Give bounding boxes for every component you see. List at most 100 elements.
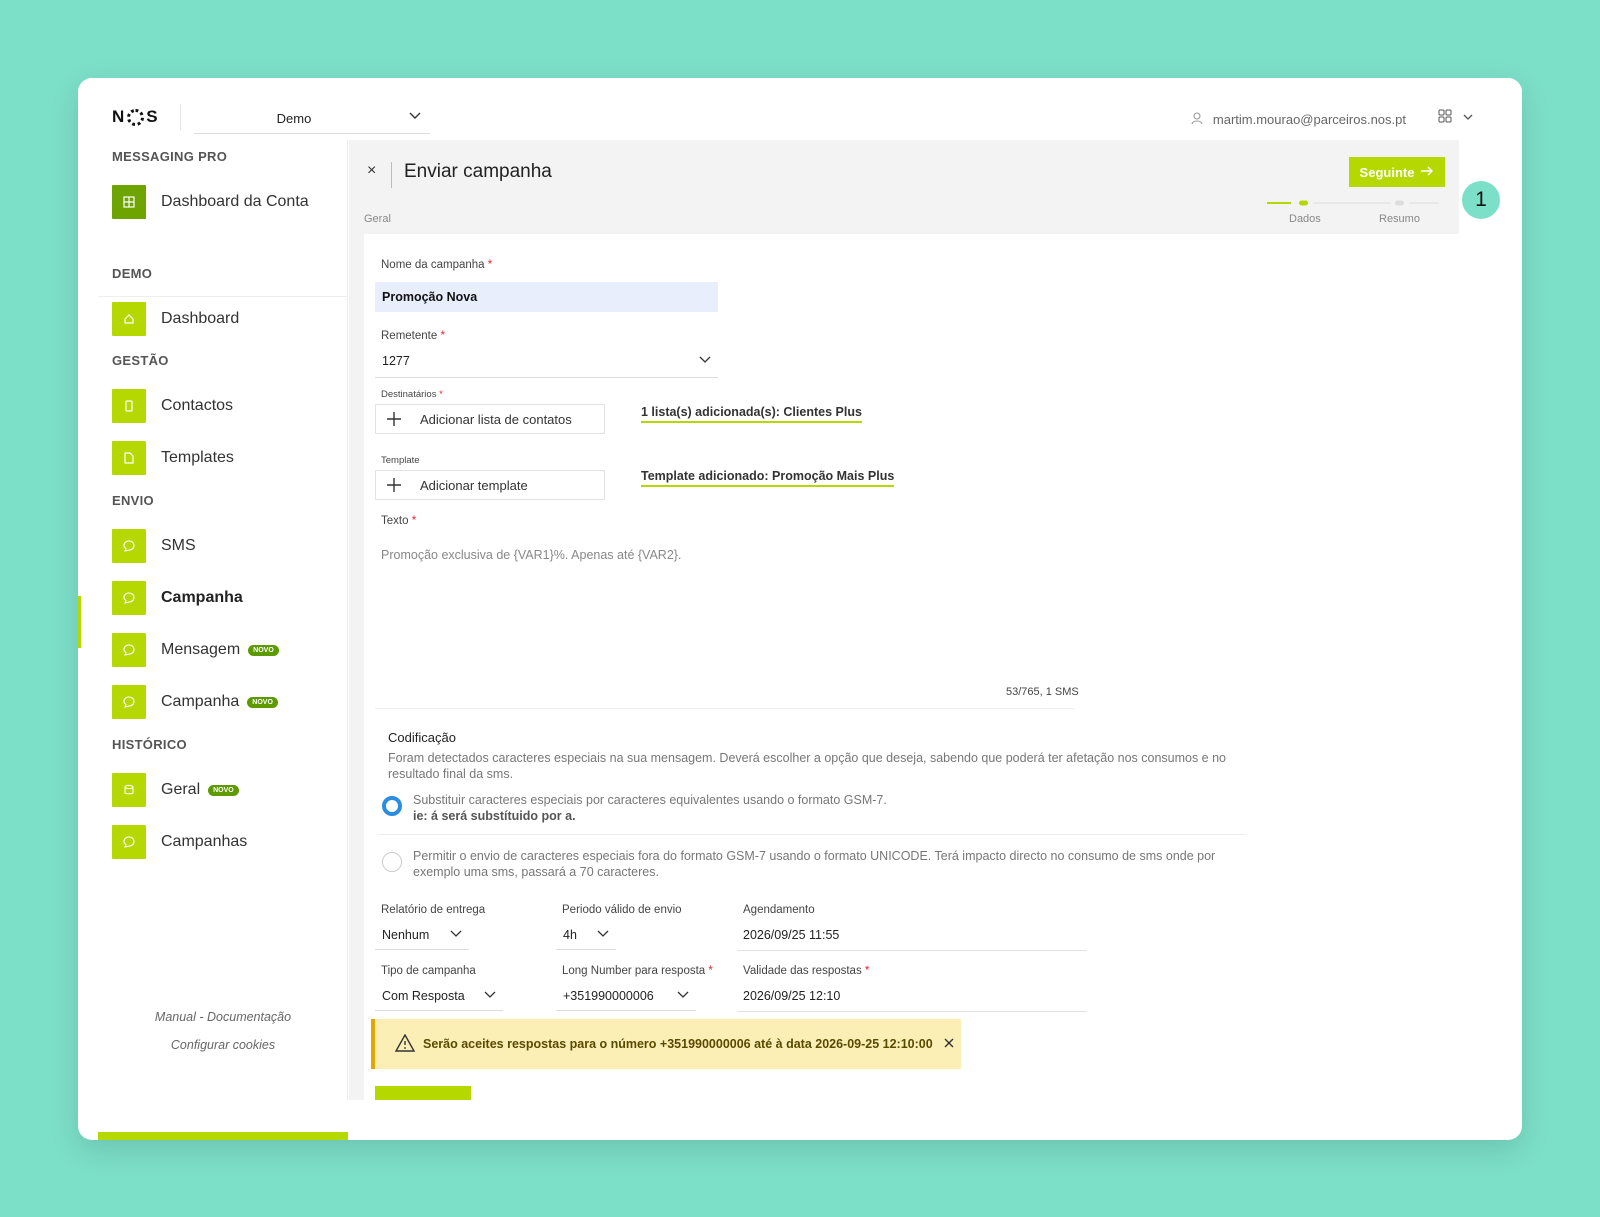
contact-list-link-prefix: 1 lista(s) adicionada(s): <box>641 405 784 419</box>
schedule-input[interactable]: 2026/09/25 11:55 <box>743 928 839 942</box>
top-bar: NS Demo martim.mourao@parceiros.nos.pt <box>78 78 1522 140</box>
radio-gsm7-label: Substituir caracteres especiais por cara… <box>413 792 1253 824</box>
chevron-down-icon <box>483 987 497 1004</box>
divider <box>375 708 1075 709</box>
delivery-report-value: Nenhum <box>382 928 430 942</box>
user-menu[interactable]: martim.mourao@parceiros.nos.pt <box>1191 111 1406 128</box>
new-badge: NOVO <box>208 784 239 796</box>
template-link[interactable]: Template adicionado: Promoção Mais Plus <box>641 469 895 487</box>
sidebar-item-campanha[interactable]: Campanha <box>112 581 243 615</box>
grid-icon <box>112 185 146 219</box>
campaign-name-input[interactable]: Promoção Nova <box>375 282 718 312</box>
required-mark: * <box>487 259 493 271</box>
chevron-down-icon <box>698 352 712 369</box>
template-link-prefix: Template adicionado: <box>641 469 773 483</box>
valid-period-select[interactable]: 4h <box>556 922 616 950</box>
new-badge: NOVO <box>248 644 279 656</box>
warning-icon <box>394 1033 416 1055</box>
contact-list-link[interactable]: 1 lista(s) adicionada(s): Clientes Plus <box>641 405 862 423</box>
sidebar-item-label: Campanha <box>161 693 240 710</box>
add-contact-list-button[interactable]: Adicionar lista de contatos <box>375 404 605 434</box>
long-number-label: Long Number para resposta <box>562 965 706 977</box>
main-content: × Enviar campanha Geral Seguinte Dados R… <box>349 140 1459 1100</box>
plus-icon <box>376 477 412 493</box>
sidebar-item-campanha-novo[interactable]: Campanha NOVO <box>112 685 278 719</box>
document-edit-icon <box>112 441 146 475</box>
option-unicode-text: Permitir o envio de caracteres especiais… <box>413 849 1216 879</box>
warning-alert: Serão aceites respostas para o número +3… <box>371 1019 961 1069</box>
required-mark: * <box>864 965 870 977</box>
required-mark: * <box>440 330 445 342</box>
sidebar-item-label: Dashboard da Conta <box>161 193 309 210</box>
char-counter: 53/765, 1 SMS <box>1006 686 1079 698</box>
add-template-button[interactable]: Adicionar template <box>375 470 605 500</box>
page-title: Enviar campanha <box>404 161 552 182</box>
sidebar-item-label: Campanha <box>161 589 243 606</box>
section-envio: ENVIO <box>112 493 154 508</box>
account-select-value: Demo <box>276 111 312 126</box>
plus-icon <box>376 411 412 427</box>
manual-link[interactable]: Manual - Documentação <box>98 1010 348 1024</box>
sidebar-item-campanhas[interactable]: Campanhas <box>112 825 247 859</box>
cookies-link[interactable]: Configurar cookies <box>98 1038 348 1052</box>
account-select[interactable]: Demo <box>194 102 430 134</box>
sidebar-item-label: Contactos <box>161 397 234 414</box>
template-label: Template <box>381 455 420 466</box>
sidebar-item-dashboard[interactable]: Dashboard <box>112 302 239 336</box>
long-number-select[interactable]: +351990000006 <box>556 983 696 1011</box>
radio-gsm7[interactable] <box>382 796 402 816</box>
sender-select[interactable]: 1277 <box>375 348 718 378</box>
chat-bubble-icon <box>112 633 146 667</box>
message-textarea[interactable]: Promoção exclusiva de {VAR1}%. Apenas at… <box>381 548 681 562</box>
required-mark: * <box>708 965 713 977</box>
reply-validity-label: Validade das respostas <box>743 965 862 977</box>
tab-geral[interactable]: Geral <box>364 213 391 225</box>
apps-grid-icon[interactable] <box>1438 109 1452 128</box>
user-icon <box>1191 111 1205 128</box>
divider <box>737 1011 1087 1012</box>
reply-validity-input[interactable]: 2026/09/25 12:10 <box>743 989 840 1003</box>
contact-list-link-name: Clientes Plus <box>783 405 862 419</box>
sidebar-item-templates[interactable]: Templates <box>112 441 234 475</box>
chevron-down-icon <box>676 987 690 1004</box>
section-messaging-pro: MESSAGING PRO <box>112 149 228 164</box>
chevron-down-icon[interactable] <box>1462 110 1474 128</box>
sidebar-item-sms[interactable]: SMS <box>112 529 196 563</box>
delivery-report-label: Relatório de entrega <box>381 904 486 916</box>
sidebar-item-mensagem[interactable]: Mensagem NOVO <box>112 633 279 667</box>
close-icon[interactable] <box>943 1037 955 1052</box>
warning-text: Serão aceites respostas para o número +3… <box>423 1037 933 1051</box>
template-link-name: Promoção Mais Plus <box>772 469 895 483</box>
radio-unicode[interactable] <box>382 852 402 872</box>
required-mark: * <box>439 389 443 400</box>
chevron-down-icon <box>449 926 463 943</box>
step-callout-badge: 1 <box>1462 181 1500 219</box>
sender-select-value: 1277 <box>382 354 410 368</box>
texto-label: Texto <box>381 515 409 527</box>
app-window: NS Demo martim.mourao@parceiros.nos.pt M… <box>78 78 1522 1140</box>
sidebar-item-dashboard-conta[interactable]: Dashboard da Conta <box>112 185 309 219</box>
progress-stepper: Dados Resumo <box>1267 198 1453 225</box>
field-label: Texto * <box>381 515 416 527</box>
collapse-sidebar-button[interactable]: K <box>98 1132 348 1140</box>
arrow-right-icon <box>1420 165 1434 180</box>
next-button[interactable]: Seguinte <box>1349 157 1445 187</box>
nos-logo[interactable]: NS <box>112 107 159 127</box>
divider <box>98 296 348 297</box>
user-email: martim.mourao@parceiros.nos.pt <box>1212 112 1406 127</box>
next-button-label: Seguinte <box>1359 164 1415 180</box>
nome-label: Nome da campanha <box>381 259 485 271</box>
sidebar-item-contactos[interactable]: Contactos <box>112 389 233 423</box>
sidebar-item-geral[interactable]: Geral NOVO <box>112 773 239 807</box>
delivery-report-select[interactable]: Nenhum <box>375 922 469 950</box>
divider <box>378 834 1246 835</box>
close-button[interactable]: × <box>367 162 376 180</box>
remetente-label: Remetente <box>381 330 438 342</box>
divider <box>391 162 392 188</box>
submit-button[interactable] <box>375 1086 471 1100</box>
campaign-type-value: Com Resposta <box>382 989 465 1003</box>
long-number-value: +351990000006 <box>563 989 654 1003</box>
sidebar-item-label: Campanhas <box>161 833 248 850</box>
campaign-type-select[interactable]: Com Resposta <box>375 983 503 1011</box>
sidebar-item-label: Templates <box>161 449 234 466</box>
